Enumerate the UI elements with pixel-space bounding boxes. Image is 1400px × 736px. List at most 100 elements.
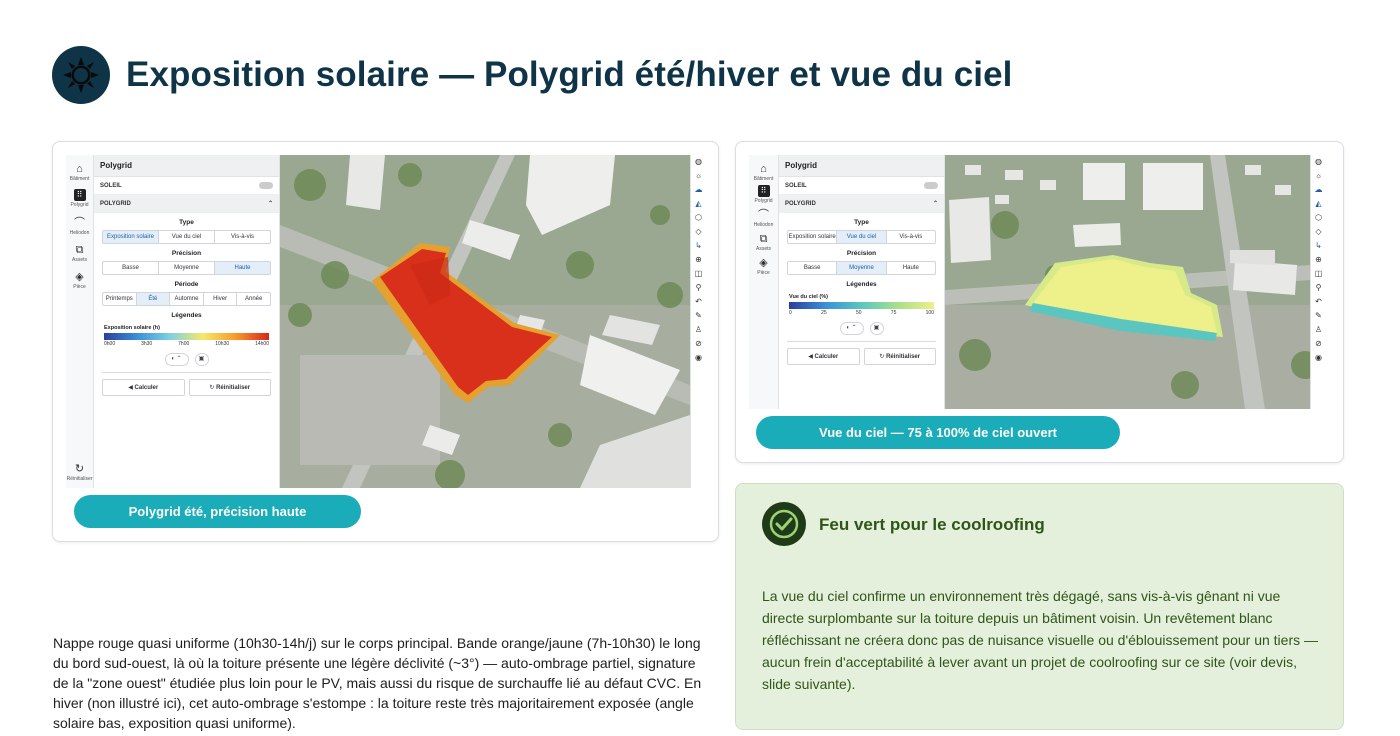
export-button[interactable]: ▣ [869,322,884,335]
sun-small-icon[interactable]: ☼ [691,169,706,183]
rail-item-heliodon[interactable]: ⌒ Heliodon [66,217,93,236]
eye-off-icon[interactable]: ⊘ [1311,337,1326,351]
type-selector[interactable]: Exposition solaire Vue du ciel Vis-à-vis [102,230,271,244]
chevron-up-icon: ⌃ [932,201,938,207]
soleil-toggle[interactable] [259,182,273,189]
copy-icon: ⧉ [759,233,768,245]
legend-ticks: 0h00 3h30 7h00 10h30 14h00 [104,341,269,347]
rail-item-reset[interactable]: ↻ Réinitialiser [66,463,93,482]
polygrid-panel: Polygrid SOLEIL POLYGRID ⌃ Type Expositio… [94,155,280,488]
sky-view-card: ⌂ Bâtiment ⠿ Polygrid ⌒ Heliodon ⧉ Assets ◈ P… [735,141,1344,463]
paint-icon[interactable]: ♙ [1311,323,1326,337]
pin-icon[interactable]: ⚲ [691,281,706,295]
aerial-map[interactable] [945,155,1319,409]
aerial-map[interactable] [280,155,690,488]
export-button[interactable]: ▣ [194,353,209,366]
target-icon[interactable]: ⊕ [691,253,706,267]
polygrid-row[interactable]: POLYGRID ⌃ [779,195,944,213]
rail-item-heliodon[interactable]: ⌒ Heliodon [749,209,778,228]
polygrid-summer-screenshot: ⌂ Bâtiment ⠿ Polygrid ⌒ Heliodon ⧉ Assets ◈ P… [66,155,706,488]
rail-item-batiment[interactable]: ⌂ Bâtiment [749,163,778,182]
precision-option[interactable]: Haute [887,262,935,274]
coolroofing-callout: Feu vert pour le coolroofing La vue du c… [735,483,1344,730]
type-option[interactable]: Exposition solaire [103,231,159,243]
legend-title: Vue du ciel (%) [789,294,828,300]
rail-item-polygrid[interactable]: ⠿ Polygrid [66,189,93,208]
target-icon[interactable]: ⊕ [1311,253,1326,267]
polygrid-row[interactable]: POLYGRID ⌃ [94,195,279,213]
legend-bar [789,302,934,309]
rail-item-batiment[interactable]: ⌂ Bâtiment [66,163,93,182]
sun-icon [52,46,110,104]
type-option[interactable]: Vis-à-vis [215,231,270,243]
hexagon-icon[interactable]: ⬡ [1311,211,1326,225]
legend-title: Exposition solaire (h) [104,325,160,331]
rail-item-assets[interactable]: ⧉ Assets [66,244,93,263]
caption-polygrid-ete: Polygrid été, précision haute [74,495,361,528]
type-selector[interactable]: Exposition solaire Vue du ciel Vis-à-vis [787,230,936,244]
map-toolbar: ◍ ☼ ☁ ◭ ⬡ ◇ ↳ ⊕ ◫ ⚲ ↶ ✎ ♙ ⊘ ◉ [690,155,706,488]
sun-small-icon[interactable]: ☼ [1311,169,1326,183]
pencil-icon[interactable]: ✎ [691,309,706,323]
basketball-icon[interactable]: ◍ [1311,155,1326,169]
rail-item-piece[interactable]: ◈ Pièce [749,257,778,276]
soleil-row[interactable]: SOLEIL [779,177,944,195]
periode-option[interactable]: Hiver [204,293,238,305]
rail-item-piece[interactable]: ◈ Pièce [66,271,93,290]
calculer-button[interactable]: ◀ Calculer [787,348,860,365]
precision-option[interactable]: Basse [103,262,159,274]
cloud-icon[interactable]: ☁ [691,183,706,197]
soleil-toggle[interactable] [924,182,938,189]
reinitialiser-button[interactable]: ↻ Réinitialiser [188,379,271,396]
pin-icon[interactable]: ⚲ [1311,281,1326,295]
rail-item-assets[interactable]: ⧉ Assets [749,233,778,252]
rail-item-polygrid[interactable]: ⠿ Polygrid [749,185,778,204]
gem-icon[interactable]: ◇ [691,225,706,239]
periode-selector[interactable]: Printemps Été Automne Hiver Année [102,292,271,306]
eye-off-icon[interactable]: ⊘ [691,337,706,351]
grid-icon: ⠿ [757,185,770,197]
hexagon-icon[interactable]: ⬡ [691,211,706,225]
periode-option[interactable]: Été [136,293,171,305]
undo-icon[interactable]: ↶ [1311,295,1326,309]
cloud-icon[interactable]: ☁ [1311,183,1326,197]
precision-option[interactable]: Haute [215,262,270,274]
chart-icon[interactable]: ◭ [691,197,706,211]
precision-option[interactable]: Moyenne [159,262,215,274]
pencil-icon[interactable]: ✎ [1311,309,1326,323]
type-option[interactable]: Exposition solaire [788,231,838,243]
camera-icon[interactable]: ◫ [1311,267,1326,281]
route-icon[interactable]: ↳ [691,239,706,253]
precision-option[interactable]: Moyenne [837,262,887,274]
legendes-label: Légendes [846,281,877,288]
periode-option[interactable]: Printemps [103,293,137,305]
paint-icon[interactable]: ♙ [691,323,706,337]
camera-icon[interactable]: ◫ [691,267,706,281]
undo-icon[interactable]: ↶ [691,295,706,309]
calculer-button[interactable]: ◀ Calculer [102,379,185,396]
reset-icon: ↻ [74,463,85,475]
sky-view-screenshot: ⌂ Bâtiment ⠿ Polygrid ⌒ Heliodon ⧉ Assets ◈ P… [749,155,1326,409]
precision-selector[interactable]: Basse Moyenne Haute [787,261,936,275]
soleil-row[interactable]: SOLEIL [94,177,279,195]
type-option[interactable]: Vue du ciel [837,231,887,243]
reinitialiser-button[interactable]: ↻ Réinitialiser [863,348,936,365]
type-option[interactable]: Vue du ciel [159,231,215,243]
polygrid-summer-card: ⌂ Bâtiment ⠿ Polygrid ⌒ Heliodon ⧉ Assets ◈ P… [52,141,719,542]
route-icon[interactable]: ↳ [1311,239,1326,253]
precision-selector[interactable]: Basse Moyenne Haute [102,261,271,275]
action-row: ◀ Calculer ↻ Réinitialiser [787,341,936,365]
palette-button[interactable]: ◐ ⌃ [839,322,864,335]
type-option[interactable]: Vis-à-vis [887,231,935,243]
periode-option[interactable]: Automne [170,293,204,305]
rainbow-icon: ⌒ [758,209,769,221]
periode-option[interactable]: Année [237,293,270,305]
basketball-icon[interactable]: ◍ [691,155,706,169]
chart-icon[interactable]: ◭ [1311,197,1326,211]
palette-button[interactable]: ◐ ⌃ [164,353,189,366]
precision-option[interactable]: Basse [788,262,838,274]
legend-actions: ◐ ⌃ ▣ [94,353,279,366]
gem-icon[interactable]: ◇ [1311,225,1326,239]
eye-icon[interactable]: ◉ [1311,351,1326,365]
eye-icon[interactable]: ◉ [691,351,706,365]
